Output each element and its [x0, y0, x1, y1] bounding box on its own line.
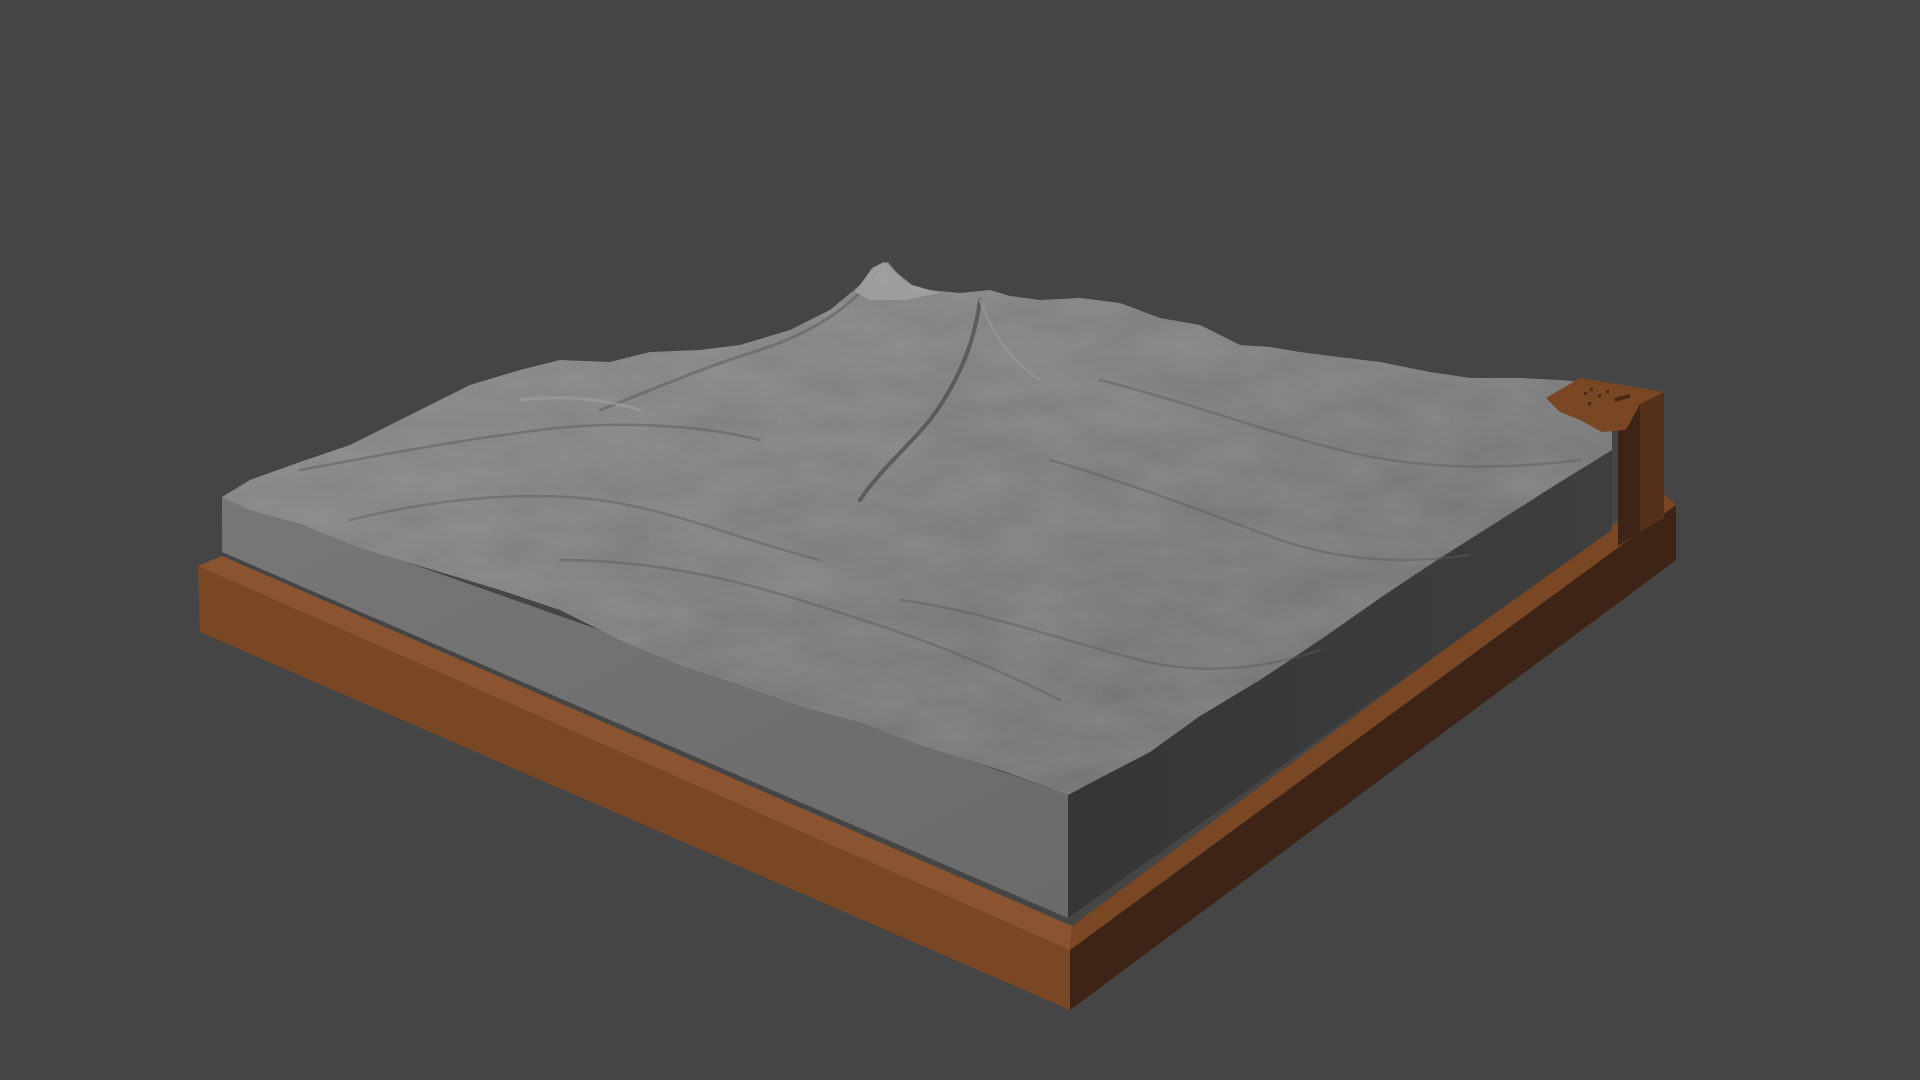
label-post-side: [1640, 392, 1664, 532]
terrain-model-render: [198, 262, 1676, 1010]
mountain-peak: [855, 262, 940, 300]
3d-viewport[interactable]: [0, 0, 1920, 1080]
